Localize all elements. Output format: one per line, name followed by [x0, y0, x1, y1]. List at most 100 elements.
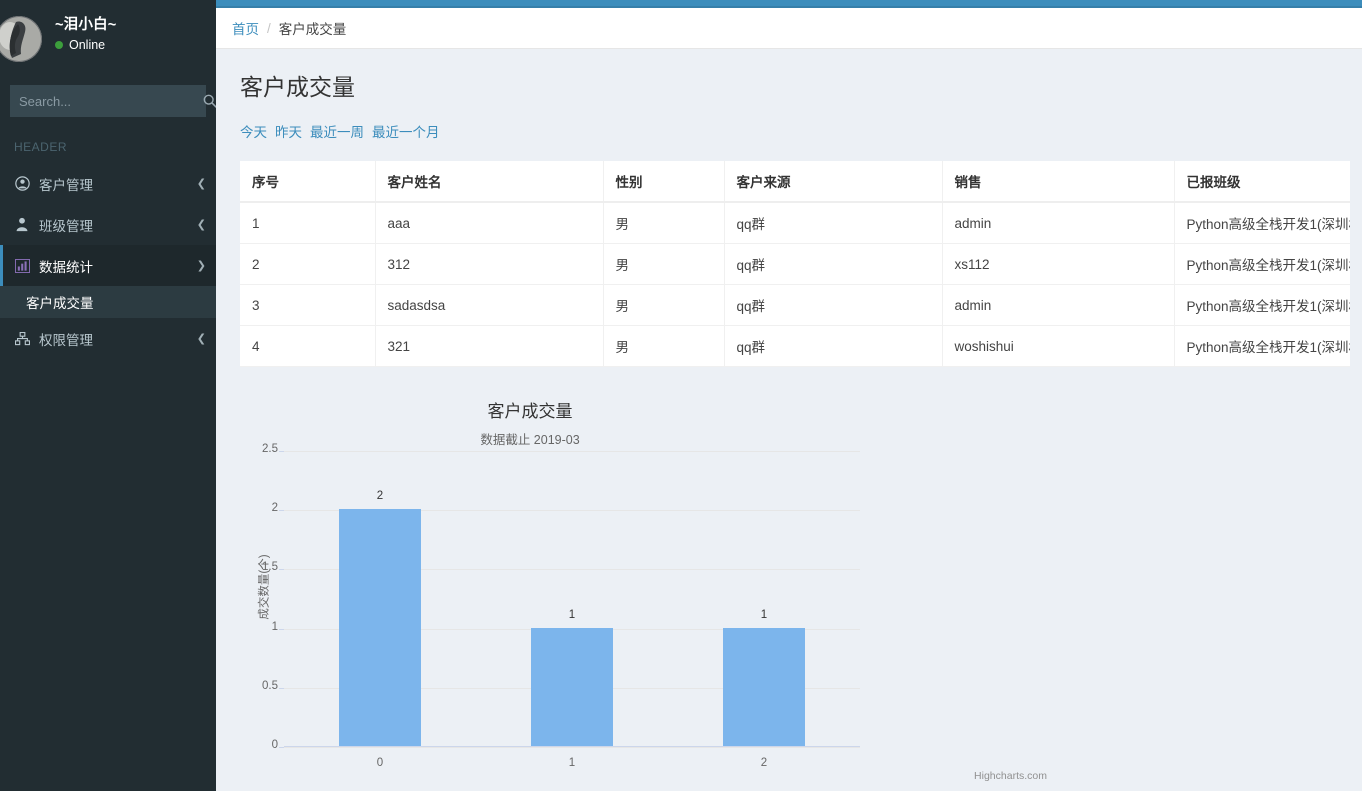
cell-name: 312	[375, 243, 604, 285]
breadcrumb: 首页 / 客户成交量	[216, 8, 1362, 49]
chart-title: 客户成交量	[487, 402, 573, 421]
chart-bar[interactable]	[339, 509, 421, 746]
column-header-gender: 性别	[603, 161, 725, 203]
sidebar-item-label: 权限管理	[39, 332, 93, 348]
online-status-dot	[55, 41, 63, 49]
app-root: ~泪小白~ Online HEADER	[0, 0, 1362, 791]
chart-data-label: 2	[376, 490, 384, 503]
column-header-class: 已报班级	[1174, 161, 1350, 203]
table-row: 3 sadasdsa 男 qq群 admin Python高级全栈开发1(深圳校	[240, 284, 1350, 326]
cell-name: 321	[375, 325, 604, 367]
table-body: 1 aaa 男 qq群 admin Python高级全栈开发1(深圳校 2 31…	[240, 201, 1350, 367]
cell-class: Python高级全栈开发1(深圳校	[1174, 325, 1350, 367]
sidebar-item-customer-management[interactable]: 客户管理 ❮	[0, 163, 216, 204]
search-input[interactable]	[11, 86, 203, 116]
cell-index: 2	[240, 243, 376, 285]
chart-y-tick-label: 1	[271, 620, 278, 633]
search-icon	[203, 94, 216, 108]
filter-last-week[interactable]: 最近一周	[310, 121, 364, 141]
chart-x-tick-label: 2	[760, 757, 768, 769]
chart-y-tick-mark	[279, 510, 284, 512]
chart-x-tick-label: 1	[568, 757, 576, 769]
cell-class: Python高级全栈开发1(深圳校	[1174, 243, 1350, 285]
cell-name: aaa	[375, 201, 604, 244]
avatar[interactable]	[0, 16, 42, 62]
column-header-name: 客户姓名	[375, 161, 604, 203]
breadcrumb-separator: /	[267, 20, 271, 36]
cell-index: 1	[240, 201, 376, 244]
filter-today[interactable]: 今天	[240, 121, 267, 141]
sidebar-item-label: 客户管理	[39, 177, 93, 193]
content-area: 首页 / 客户成交量 客户成交量 今天 昨天 最近一周 最近一个月 序号 客户姓…	[216, 8, 1362, 791]
user-status: Online	[55, 37, 116, 53]
cell-source: qq群	[724, 325, 943, 367]
sidebar-subitem-label: 客户成交量	[26, 296, 94, 311]
chevron-left-icon: ❮	[196, 219, 206, 231]
chevron-left-icon: ❮	[196, 333, 206, 345]
sidebar-item-label: 班级管理	[39, 218, 93, 234]
filter-yesterday[interactable]: 昨天	[275, 121, 302, 141]
user-icon	[15, 217, 37, 232]
chevron-down-icon: ❯	[196, 260, 206, 272]
table-row: 4 321 男 qq群 woshishui Python高级全栈开发1(深圳校	[240, 325, 1350, 367]
customer-table-wrapper: 序号 客户姓名 性别 客户来源 销售 已报班级 1 aaa 男 qq群 admi…	[240, 161, 1350, 367]
cell-index: 3	[240, 284, 376, 326]
chart-y-tick-label: 0.5	[262, 679, 278, 692]
chart-subtitle: 数据截止 2019-03	[480, 433, 580, 447]
column-header-index: 序号	[240, 161, 376, 203]
sidebar-search	[0, 85, 216, 117]
chart-y-tick-label: 2	[271, 502, 278, 515]
column-header-source: 客户来源	[724, 161, 943, 203]
cell-index: 4	[240, 325, 376, 367]
search-button[interactable]	[203, 86, 216, 116]
user-panel: ~泪小白~ Online	[0, 8, 216, 73]
cell-source: qq群	[724, 201, 943, 244]
table-row: 1 aaa 男 qq群 admin Python高级全栈开发1(深圳校	[240, 201, 1350, 244]
chart-y-tick-label: 0	[271, 739, 278, 751]
cell-gender: 男	[603, 201, 725, 244]
sidebar-item-class-management[interactable]: 班级管理 ❮	[0, 204, 216, 245]
chart-gridline	[284, 747, 860, 748]
breadcrumb-home-link[interactable]: 首页	[232, 18, 259, 38]
cell-gender: 男	[603, 284, 725, 326]
chart-y-tick-mark	[279, 747, 284, 748]
nav-section-header: HEADER	[14, 140, 68, 154]
cell-source: qq群	[724, 284, 943, 326]
column-header-sales: 销售	[942, 161, 1175, 203]
user-info: ~泪小白~ Online	[55, 16, 116, 53]
page-title: 客户成交量	[240, 74, 355, 100]
filter-last-month[interactable]: 最近一个月	[372, 121, 440, 141]
user-circle-icon	[15, 176, 37, 191]
sidebar-item-permission-management[interactable]: 权限管理 ❮	[0, 318, 216, 359]
table-head: 序号 客户姓名 性别 客户来源 销售 已报班级	[240, 161, 1350, 203]
chart-bar[interactable]	[531, 627, 613, 746]
chart-bar[interactable]	[723, 627, 805, 746]
filter-links: 今天 昨天 最近一周 最近一个月	[240, 121, 1338, 141]
customer-table: 序号 客户姓名 性别 客户来源 销售 已报班级 1 aaa 男 qq群 admi…	[240, 161, 1350, 367]
chevron-left-icon: ❮	[196, 178, 206, 190]
chart-credits[interactable]: Highcharts.com	[974, 770, 1047, 782]
search-box	[10, 85, 216, 117]
chart-y-tick-mark	[279, 451, 284, 452]
sidebar-subitem-customer-deal-volume[interactable]: 客户成交量	[0, 286, 216, 318]
chart-data-label: 1	[760, 608, 768, 621]
user-name: ~泪小白~	[55, 17, 117, 33]
customer-deal-volume-chart[interactable]: 客户成交量 数据截止 2019-03 成交数量(个) 0 0.5 1 1.5 2 2.5 2…	[240, 389, 1070, 791]
cell-class: Python高级全栈开发1(深圳校	[1174, 201, 1350, 244]
sidebar-item-data-statistics[interactable]: 数据统计 ❯	[0, 245, 216, 286]
cell-class: Python高级全栈开发1(深圳校	[1174, 284, 1350, 326]
sitemap-icon	[15, 331, 37, 346]
chart-data-label: 1	[568, 608, 576, 621]
cell-sales: woshishui	[942, 325, 1175, 367]
chart-y-tick-label: 2.5	[262, 443, 278, 455]
cell-source: qq群	[724, 243, 943, 285]
breadcrumb-current: 客户成交量	[278, 22, 347, 37]
chart-gridline	[284, 451, 860, 452]
sidebar-nav: 客户管理 ❮ 班级管理 ❮ 数据统计 ❯ 客户成交量 权限管理 ❮	[0, 163, 216, 359]
cell-name: sadasdsa	[375, 284, 604, 326]
cell-sales: xs112	[942, 243, 1175, 285]
chart-y-tick-mark	[279, 687, 284, 689]
cell-sales: admin	[942, 201, 1175, 244]
table-row: 2 312 男 qq群 xs112 Python高级全栈开发1(深圳校	[240, 243, 1350, 285]
chart-x-axis-line	[284, 746, 860, 747]
